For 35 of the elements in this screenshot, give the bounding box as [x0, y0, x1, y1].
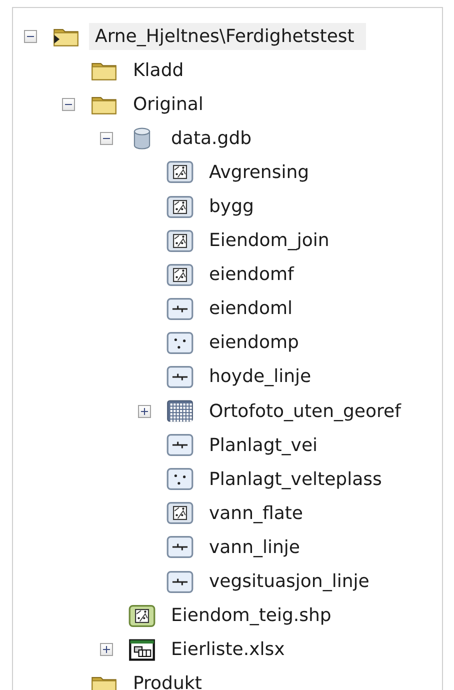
tree-item[interactable]: Ortofoto_uten_georef [203, 398, 407, 425]
tree-item[interactable]: vegsituasjon_linje [203, 568, 376, 596]
polygon-icon [166, 194, 194, 219]
tree-item[interactable]: eiendoml [203, 295, 299, 322]
tree-item[interactable]: Produkt [127, 670, 208, 690]
tree-item[interactable]: eiendomp [203, 329, 305, 356]
tree-item[interactable]: bygg [203, 193, 260, 220]
collapse-icon[interactable] [62, 98, 74, 111]
tree-item[interactable]: Eiendom_teig.shp [165, 602, 338, 630]
expand-icon[interactable] [100, 643, 112, 656]
polygon-icon [166, 228, 194, 253]
tree-item[interactable]: Kladd [127, 56, 190, 84]
points-icon [166, 467, 194, 492]
polygon-icon [166, 160, 194, 184]
polygon-icon [128, 604, 156, 628]
collapse-icon[interactable] [24, 30, 36, 43]
polygon-icon [166, 501, 194, 526]
tree-item[interactable]: Eierliste.xlsx [165, 636, 291, 664]
points-icon [166, 330, 194, 355]
tree-item[interactable]: hoyde_linje [203, 363, 318, 390]
table-icon [128, 638, 156, 662]
expand-icon[interactable] [138, 404, 150, 418]
tree-item[interactable]: vann_linje [203, 534, 306, 561]
tree-item[interactable]: Planlagt_vei [203, 432, 324, 459]
tree-item[interactable]: Original [127, 90, 210, 118]
tree-item[interactable]: vann_flate [203, 500, 309, 527]
tree-item[interactable]: eiendomf [203, 261, 300, 288]
tree-item[interactable]: data.gdb [165, 124, 258, 152]
tree-item[interactable]: Eiendom_join [203, 227, 336, 254]
grid-icon [166, 399, 194, 424]
tree-item[interactable]: Arne_Hjeltnes\Ferdighetstest [89, 22, 366, 50]
polygon-icon [166, 262, 194, 287]
tree-item[interactable]: Planlagt_velteplass [203, 466, 388, 493]
tree-item[interactable]: Avgrensing [203, 158, 316, 186]
collapse-icon[interactable] [100, 132, 112, 145]
